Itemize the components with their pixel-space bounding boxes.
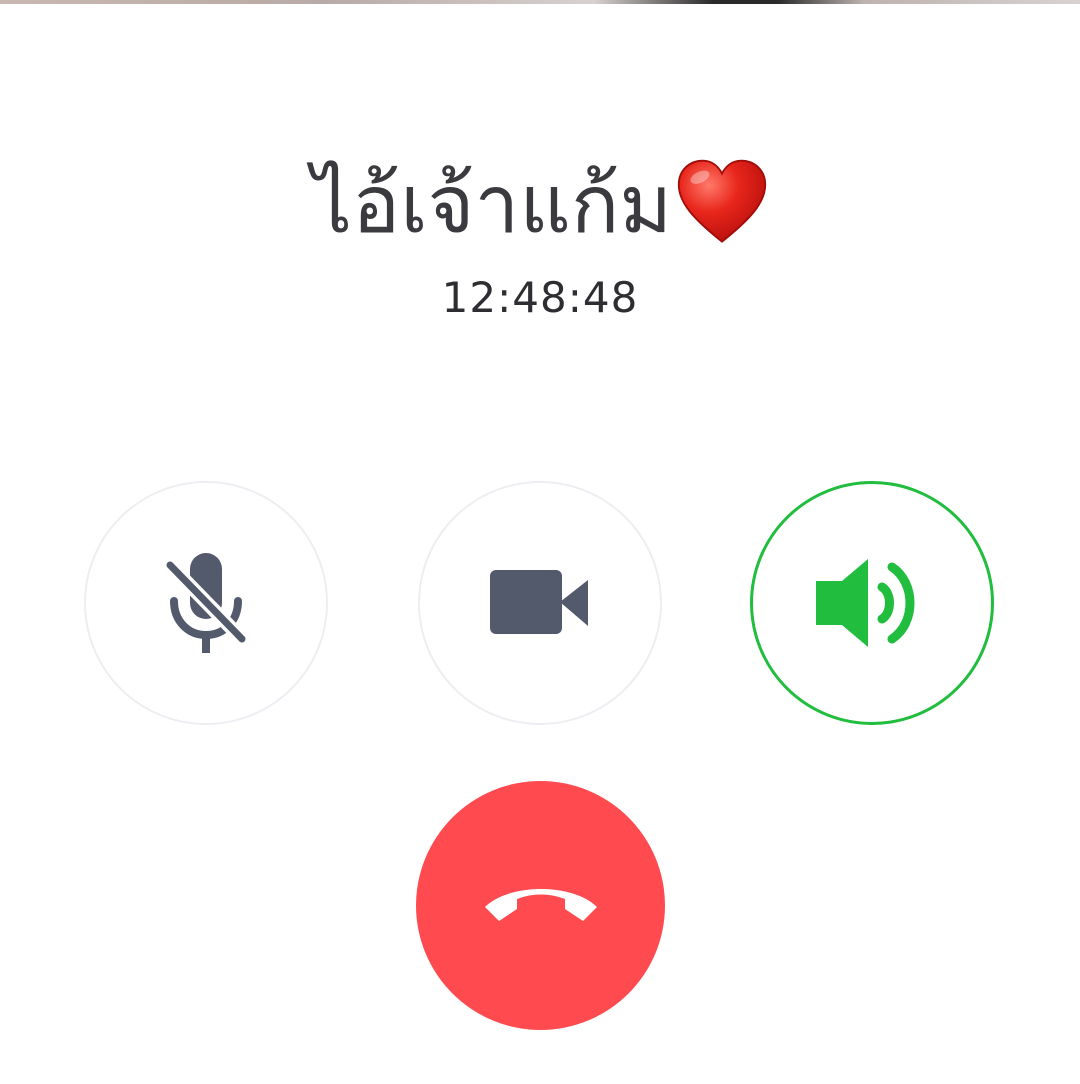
call-timer: 12:48:48 <box>441 273 639 322</box>
call-screen: ไอ้เจ้าแก้ม 12:48:48 <box>0 0 1080 1084</box>
speaker-button[interactable] <box>750 481 994 725</box>
heart-emoji-icon <box>676 157 768 249</box>
caller-name: ไอ้เจ้าแก้ม <box>311 158 673 251</box>
video-button[interactable] <box>418 481 662 725</box>
phone-hangup-icon <box>479 881 603 931</box>
video-camera-icon <box>488 568 592 638</box>
speaker-icon <box>812 553 932 653</box>
microphone-off-icon <box>156 543 256 663</box>
end-call-button[interactable] <box>416 781 665 1030</box>
caller-name-row: ไอ้เจ้าแก้ม <box>0 150 1080 260</box>
mute-button[interactable] <box>84 481 328 725</box>
background-preview-strip <box>0 0 1080 4</box>
